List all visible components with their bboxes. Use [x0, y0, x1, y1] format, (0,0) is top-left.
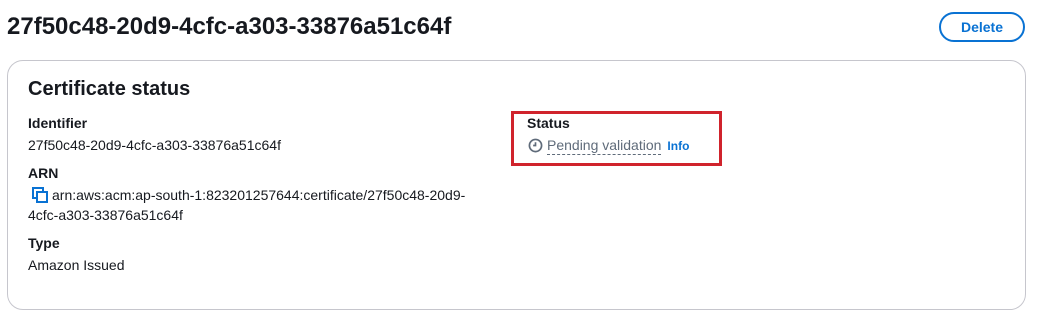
arn-line-2: 4cfc-a303-33876a51c64f	[28, 207, 183, 223]
certificate-status-panel: Certificate status Identifier 27f50c48-2…	[7, 60, 1026, 310]
panel-title: Certificate status	[28, 78, 191, 100]
arn-label: ARN	[28, 165, 59, 181]
status-pending-text[interactable]: Pending validation	[547, 137, 662, 155]
page-title: 27f50c48-20d9-4cfc-a303-33876a51c64f	[7, 13, 452, 40]
clock-icon	[528, 138, 543, 158]
status-label: Status	[527, 115, 570, 131]
info-link[interactable]: Info	[667, 139, 689, 153]
copy-icon[interactable]	[32, 187, 48, 203]
arn-line-1: arn:aws:acm:ap-south-1:823201257644:cert…	[52, 187, 466, 203]
status-value: Pending validation Info	[528, 136, 689, 156]
type-label: Type	[28, 235, 60, 251]
identifier-value: 27f50c48-20d9-4cfc-a303-33876a51c64f	[28, 137, 281, 153]
identifier-label: Identifier	[28, 115, 88, 131]
type-value: Amazon Issued	[28, 257, 125, 273]
delete-button[interactable]: Delete	[939, 12, 1025, 42]
